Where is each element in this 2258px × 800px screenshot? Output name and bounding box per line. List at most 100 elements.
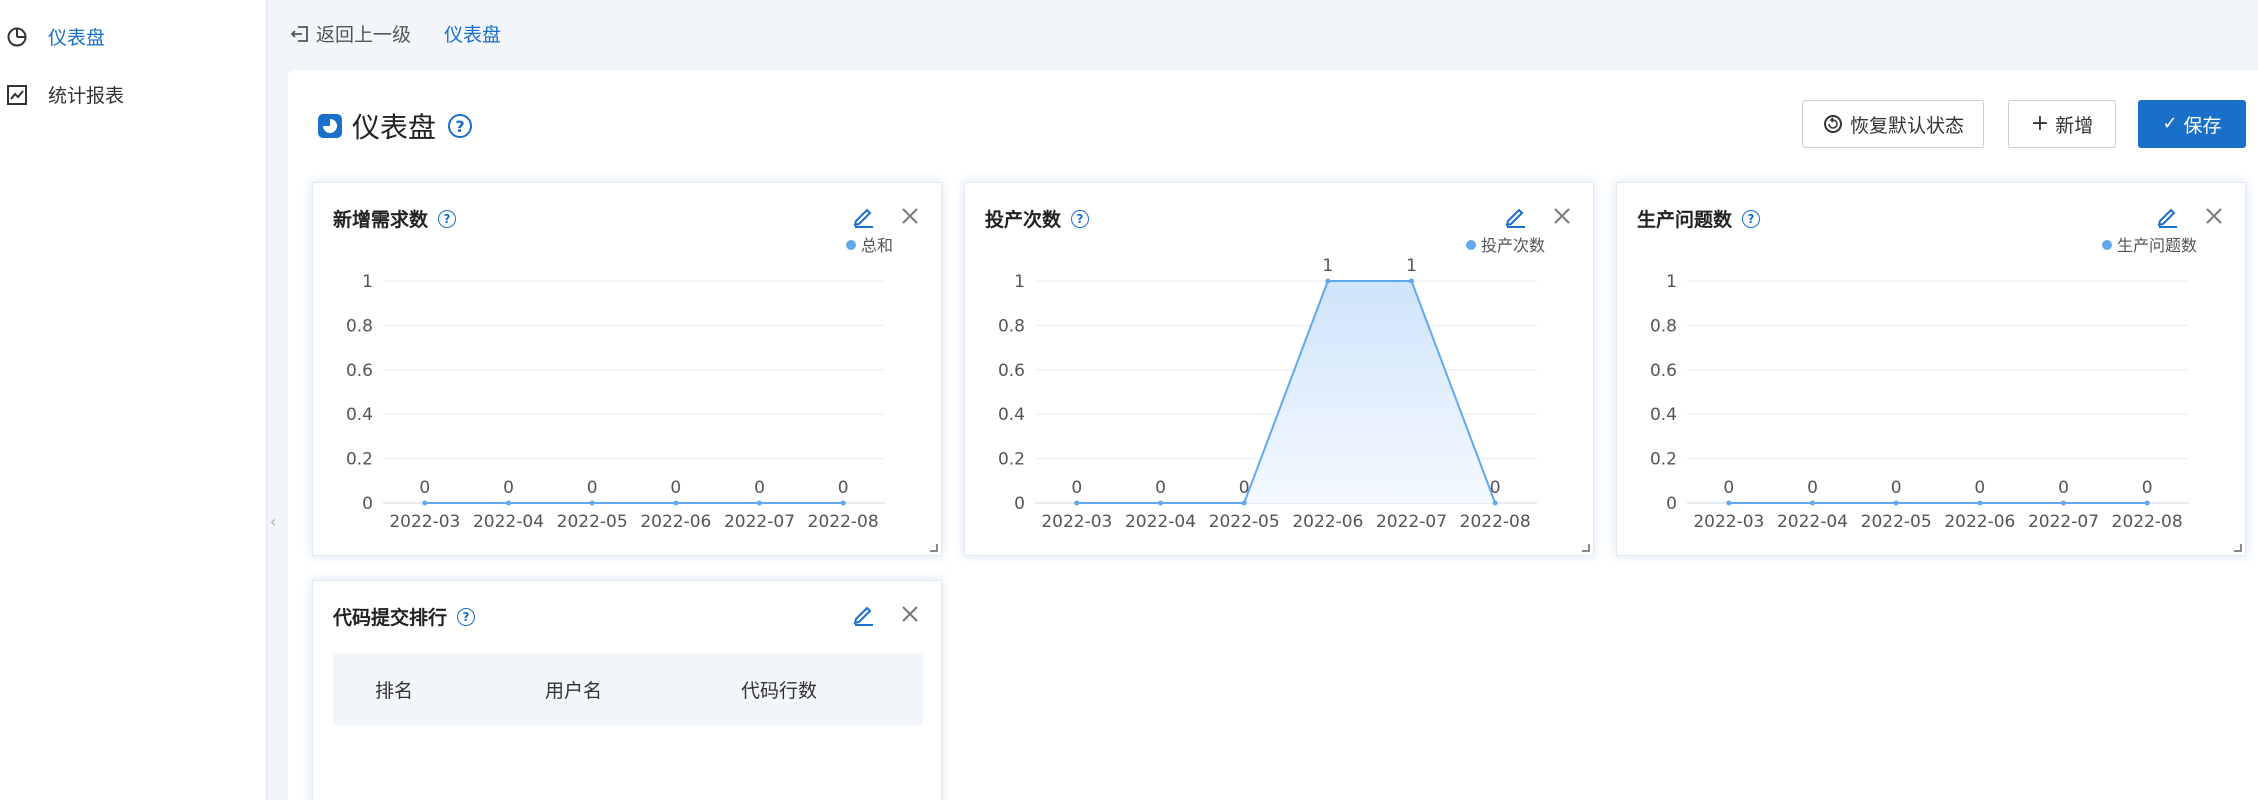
x-tick-label: 2022-04 bbox=[1777, 512, 1848, 532]
x-tick-label: 2022-07 bbox=[724, 512, 795, 532]
resize-handle[interactable] bbox=[2234, 544, 2242, 552]
help-icon[interactable]: ? bbox=[448, 114, 473, 138]
dashboard-logo-icon bbox=[318, 114, 342, 138]
page-title: 仪表盘 ? bbox=[318, 106, 473, 146]
data-label: 0 bbox=[419, 478, 430, 498]
legend-label: 生产问题数 bbox=[2117, 236, 2197, 255]
table-card-code-commit-ranking: 代码提交排行 ? 排名 用户名 代码行数 bbox=[312, 580, 942, 800]
x-tick-label: 2022-05 bbox=[1209, 512, 1280, 532]
y-tick-label: 0 bbox=[1014, 494, 1025, 514]
y-tick-label: 0.4 bbox=[998, 405, 1025, 425]
data-label: 0 bbox=[587, 478, 598, 498]
y-tick-label: 0.4 bbox=[1650, 405, 1677, 425]
save-label: 保存 bbox=[2183, 114, 2222, 137]
save-button[interactable]: ✓ 保存 bbox=[2138, 100, 2246, 148]
add-label: 新增 bbox=[2055, 114, 2094, 137]
legend-marker bbox=[846, 240, 856, 250]
resize-handle[interactable] bbox=[930, 544, 938, 552]
y-tick-label: 0 bbox=[1666, 494, 1677, 514]
x-tick-label: 2022-07 bbox=[1376, 512, 1447, 532]
data-label: 0 bbox=[1723, 478, 1734, 498]
check-icon: ✓ bbox=[2162, 113, 2178, 134]
y-tick-label: 1 bbox=[362, 272, 373, 292]
y-tick-label: 0.8 bbox=[998, 316, 1025, 336]
back-label: 返回上一级 bbox=[316, 24, 412, 46]
y-tick-label: 1 bbox=[1666, 272, 1677, 292]
pie-chart-icon bbox=[7, 27, 27, 47]
sidebar-item-reports[interactable]: 统计报表 bbox=[0, 74, 266, 114]
sidebar-item-dashboard[interactable]: 仪表盘 bbox=[0, 16, 266, 56]
data-point bbox=[673, 500, 679, 506]
add-button[interactable]: + 新增 bbox=[2008, 100, 2116, 148]
y-tick-label: 0.6 bbox=[998, 361, 1025, 381]
column-header-rank[interactable]: 排名 bbox=[375, 676, 413, 703]
x-tick-label: 2022-05 bbox=[1861, 512, 1932, 532]
y-tick-label: 0.8 bbox=[1650, 316, 1677, 336]
x-tick-label: 2022-08 bbox=[1460, 512, 1531, 532]
data-point bbox=[2061, 500, 2066, 506]
column-header-username[interactable]: 用户名 bbox=[545, 676, 602, 703]
restore-icon bbox=[1823, 115, 1842, 133]
y-tick-label: 0.2 bbox=[346, 450, 373, 470]
sidebar-collapse-handle[interactable]: ‹ bbox=[270, 512, 280, 546]
card-title-text: 代码提交排行 bbox=[333, 607, 448, 629]
y-tick-label: 1 bbox=[1014, 272, 1025, 292]
data-point bbox=[1409, 278, 1414, 284]
y-tick-label: 0.8 bbox=[346, 316, 373, 336]
data-label: 0 bbox=[1071, 478, 1082, 498]
x-tick-label: 2022-04 bbox=[1125, 512, 1196, 532]
data-point bbox=[840, 500, 846, 506]
x-tick-label: 2022-05 bbox=[557, 512, 628, 532]
y-tick-label: 0 bbox=[362, 494, 373, 514]
chart-card-new-requirements: 新增需求数 ? 0 0.2 0.4 0.6 0.8 1 2022-03 2022-04 2022… bbox=[312, 182, 942, 556]
legend-marker bbox=[2102, 240, 2112, 250]
card-title: 代码提交排行 ? bbox=[333, 603, 476, 630]
data-label: 0 bbox=[1891, 478, 1902, 498]
sidebar: 仪表盘 统计报表 bbox=[0, 0, 268, 800]
topbar: 返回上一级 仪表盘 bbox=[270, 0, 2258, 66]
breadcrumb[interactable]: 仪表盘 bbox=[444, 20, 501, 47]
help-icon[interactable]: ? bbox=[457, 607, 476, 626]
sidebar-item-label: 统计报表 bbox=[48, 84, 125, 107]
data-label: 0 bbox=[1807, 478, 1818, 498]
data-point bbox=[1810, 500, 1815, 506]
resize-handle[interactable] bbox=[1582, 544, 1590, 552]
data-label: 0 bbox=[1239, 478, 1250, 498]
data-label: 0 bbox=[2058, 478, 2069, 498]
chart-card-deployments: 投产次数 ? 0 0.2 0.4 0.6 0.8 1 2022-03 2022-04 2022-… bbox=[964, 182, 1594, 556]
legend-marker bbox=[1466, 240, 1476, 250]
y-tick-label: 0.2 bbox=[1650, 450, 1677, 470]
data-point bbox=[506, 500, 511, 506]
back-button[interactable]: 返回上一级 bbox=[290, 20, 411, 47]
data-label: 0 bbox=[670, 478, 681, 498]
x-tick-label: 2022-08 bbox=[2112, 512, 2183, 532]
data-label: 0 bbox=[838, 478, 849, 498]
restore-default-button[interactable]: 恢复默认状态 bbox=[1802, 100, 1984, 148]
sidebar-item-label: 仪表盘 bbox=[48, 26, 106, 49]
data-point bbox=[1893, 500, 1899, 506]
x-tick-label: 2022-07 bbox=[2028, 512, 2099, 532]
data-label: 1 bbox=[1322, 256, 1333, 276]
y-tick-label: 0.4 bbox=[346, 405, 373, 425]
x-tick-label: 2022-06 bbox=[640, 512, 711, 532]
x-tick-label: 2022-03 bbox=[1693, 512, 1764, 532]
back-icon bbox=[290, 25, 308, 42]
data-point bbox=[1325, 278, 1331, 284]
data-point bbox=[1492, 500, 1498, 506]
column-header-code-lines[interactable]: 代码行数 bbox=[741, 676, 817, 703]
close-icon[interactable] bbox=[897, 601, 923, 627]
data-point bbox=[757, 500, 762, 506]
edit-icon[interactable] bbox=[851, 601, 877, 627]
x-tick-label: 2022-03 bbox=[1041, 512, 1112, 532]
data-label: 1 bbox=[1406, 256, 1417, 276]
data-label: 0 bbox=[1490, 478, 1501, 498]
data-point bbox=[1726, 500, 1732, 506]
chart: 0 0.2 0.4 0.6 0.8 1 2022-03 2022-04 2022-05 2022-… bbox=[1650, 236, 2197, 532]
y-tick-label: 0.6 bbox=[1650, 361, 1677, 381]
plus-icon: + bbox=[2030, 111, 2050, 136]
data-label: 0 bbox=[1155, 478, 1166, 498]
chart: 0 0.2 0.4 0.6 0.8 1 2022-03 2022-04 2022-05 2022-… bbox=[998, 236, 1545, 532]
restore-label: 恢复默认状态 bbox=[1849, 114, 1964, 137]
data-point bbox=[422, 500, 428, 506]
x-tick-label: 2022-06 bbox=[1292, 512, 1363, 532]
